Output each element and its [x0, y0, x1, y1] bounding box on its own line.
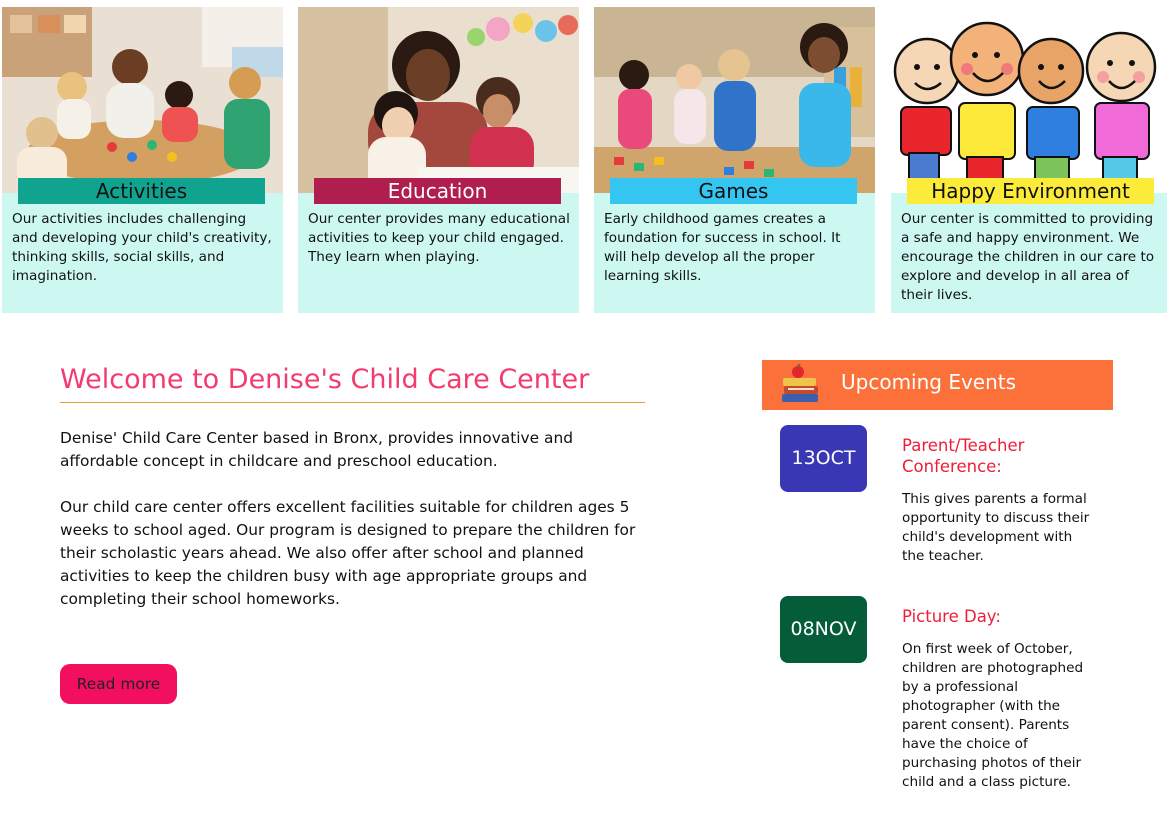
card-title: Happy Environment — [907, 178, 1154, 204]
event-title: Picture Day: — [902, 607, 1001, 626]
event-title: Parent/Teacher Conference: — [902, 436, 1025, 476]
event-description: On first week of October, children are p… — [902, 641, 1084, 790]
teacher-with-children-photo — [298, 7, 579, 193]
card-description: Early childhood games creates a foundati… — [604, 211, 841, 284]
card-education: Education Our center provides many educa… — [298, 7, 579, 313]
books-with-apple-icon — [782, 364, 818, 402]
cartoon-kids-illustration — [891, 7, 1167, 193]
upcoming-events-header: Upcoming Events — [762, 360, 1113, 410]
card-description: Our center is committed to providing a s… — [901, 211, 1155, 303]
welcome-section: Welcome to Denise's Child Care Center De… — [60, 360, 645, 611]
welcome-title: Welcome to Denise's Child Care Center — [60, 360, 645, 403]
event-description: This gives parents a formal opportunity … — [902, 491, 1090, 564]
feature-cards: Activities Our activities includes chall… — [0, 0, 1167, 320]
upcoming-events-title: Upcoming Events — [841, 370, 1017, 394]
classroom-activity-photo — [2, 7, 283, 193]
card-description: Our center provides many educational act… — [308, 211, 570, 265]
children-playing-photo — [594, 7, 875, 193]
card-title: Games — [610, 178, 857, 204]
welcome-paragraph-2: Our child care center offers excellent f… — [60, 498, 636, 608]
event-date-badge: 08NOV — [780, 596, 867, 663]
welcome-paragraph-1: Denise' Child Care Center based in Bronx… — [60, 429, 573, 470]
card-title: Activities — [18, 178, 265, 204]
card-activities: Activities Our activities includes chall… — [2, 7, 283, 313]
card-description: Our activities includes challenging and … — [12, 211, 272, 284]
card-games: Games Early childhood games creates a fo… — [594, 7, 875, 313]
card-happy-environment: Happy Environment Our center is committe… — [891, 7, 1167, 313]
read-more-button[interactable]: Read more — [60, 664, 177, 704]
event-date-badge: 13OCT — [780, 425, 867, 492]
card-title: Education — [314, 178, 561, 204]
